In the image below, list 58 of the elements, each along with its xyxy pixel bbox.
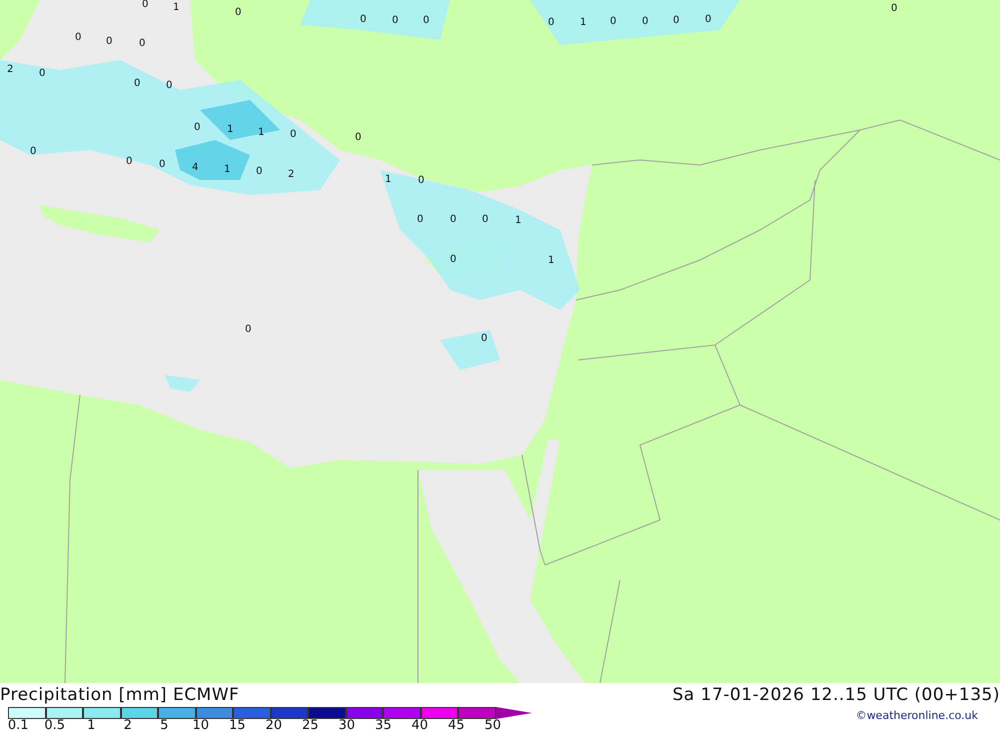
precipitation-value: 0	[673, 14, 680, 28]
precipitation-value: 0	[891, 2, 898, 16]
precipitation-value: 0	[159, 158, 166, 172]
valid-time: Sa 17-01-2026 12..15 UTC (00+135)	[672, 685, 1000, 705]
precipitation-value: 0	[705, 13, 712, 27]
precipitation-value: 0	[245, 323, 252, 337]
precipitation-value: 0	[548, 16, 554, 30]
copyright-text: ©weatheronline.co.uk	[856, 709, 978, 722]
precipitation-value: 0	[134, 77, 140, 91]
legend-label: 40	[410, 719, 430, 733]
precipitation-value: 0	[194, 121, 200, 135]
precipitation-value: 2	[288, 168, 294, 182]
precipitation-value: 0	[75, 31, 82, 45]
legend-label: 15	[228, 719, 247, 733]
legend-label: 45	[446, 719, 466, 733]
precipitation-value: 0	[235, 6, 242, 20]
precipitation-value: 0	[418, 174, 424, 188]
precipitation-value: 4	[192, 161, 198, 175]
legend-label: 25	[300, 719, 320, 733]
precipitation-value: 0	[126, 155, 132, 169]
precipitation-value: 0	[642, 15, 648, 29]
legend-label: 0.5	[43, 719, 66, 733]
precipitation-value: 1	[173, 1, 180, 15]
precipitation-value: 0	[139, 37, 146, 51]
precipitation-value: 0	[481, 332, 488, 346]
precipitation-value: 0	[166, 79, 172, 93]
legend-label: 0.1	[6, 719, 30, 733]
precipitation-value: 0	[392, 14, 398, 28]
legend-label: 20	[264, 719, 284, 733]
precipitation-value: 1	[227, 123, 234, 137]
precipitation-value: 2	[7, 63, 14, 77]
precipitation-value: 0	[256, 165, 262, 179]
legend-label: 35	[374, 719, 393, 733]
precipitation-value: 0	[355, 131, 362, 145]
precipitation-value: 0	[450, 213, 456, 227]
precipitation-value: 0	[482, 213, 488, 227]
legend-label: 1	[86, 719, 96, 733]
precipitation-value: 1	[580, 16, 586, 30]
precipitation-value: 0	[290, 128, 296, 142]
precipitation-value: 1	[548, 254, 554, 268]
precipitation-value: 0	[423, 14, 430, 28]
precipitation-value: 0	[106, 35, 112, 49]
precipitation-value: 0	[417, 213, 424, 227]
legend-label: 30	[337, 719, 356, 733]
legend-label: 2	[122, 719, 133, 733]
precipitation-value: 1	[224, 163, 230, 177]
precipitation-value: 0	[450, 253, 456, 267]
precipitation-value: 1	[515, 214, 522, 228]
precipitation-value: 0	[360, 13, 366, 27]
map-title: Precipitation [mm] ECMWF	[0, 685, 240, 705]
legend-label: 5	[159, 719, 170, 733]
precipitation-value: 0	[30, 145, 36, 159]
precipitation-value: 1	[385, 173, 392, 187]
precipitation-value: 0	[39, 67, 46, 81]
legend-label: 50	[483, 719, 502, 733]
precipitation-value: 0	[610, 15, 616, 29]
precipitation-value: 1	[258, 126, 264, 140]
legend-label: 10	[191, 719, 210, 733]
